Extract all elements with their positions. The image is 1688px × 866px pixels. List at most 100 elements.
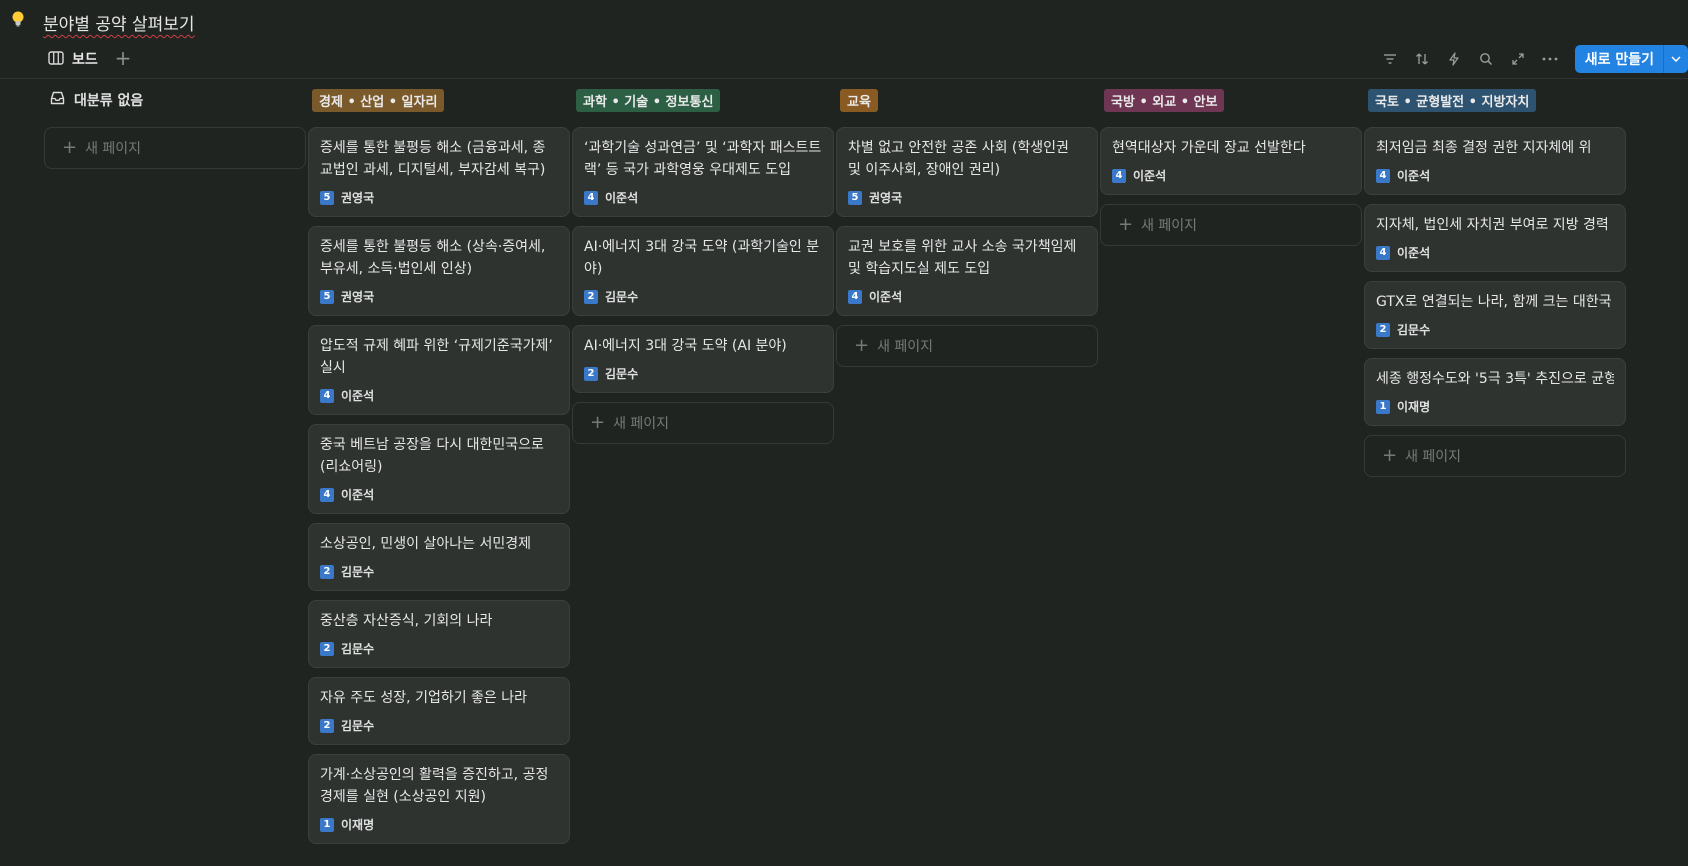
board-card[interactable]: 중산층 자산증식, 기회의 나라 2 김문수 (308, 600, 570, 668)
board-card[interactable]: 증세를 통한 불평등 해소 (상속·증여세, 부유세, 소득·법인세 인상) 5 권… (308, 226, 570, 316)
board-card[interactable]: 증세를 통한 불평등 해소 (금융과세, 종교법인 과세, 디지털세, 부자감세… (308, 127, 570, 217)
board-card[interactable]: 압도적 규제 혜파 위한 ‘규제기준국가제’ 실시 4 이준석 (308, 325, 570, 415)
card-assignee: 2 김문수 (320, 563, 558, 580)
chevron-down-icon[interactable] (1663, 45, 1688, 73)
card-list: + 새 페이지 (44, 127, 306, 169)
board-card[interactable]: 세종 행정수도와 '5극 3특' 추진으로 균형발전 1 이재명 (1364, 358, 1626, 426)
card-title: 소상공인, 민생이 살아나는 서민경제 (320, 536, 531, 552)
card-title: GTX로 연결되는 나라, 함께 크는 대한국 (1376, 294, 1612, 310)
board-card[interactable]: ‘과학기술 성과연금’ 및 ‘과학자 패스트트랙’ 등 국가 과학영웅 우대제도… (572, 127, 834, 217)
column-tag: 과학 • 기술 • 정보통신 (576, 88, 721, 112)
new-page-label: 새 페이지 (877, 339, 934, 355)
number-badge: 2 (320, 641, 334, 656)
assignee-name: 이준석 (1397, 246, 1431, 260)
number-badge: 4 (1376, 168, 1390, 183)
column-header[interactable]: 국방 • 외교 • 안보 (1104, 88, 1225, 112)
lightbulb-icon[interactable] (10, 9, 30, 31)
column-header[interactable]: 과학 • 기술 • 정보통신 (576, 88, 721, 112)
card-title: 최저임금 최종 결정 권한 지자체에 위 (1376, 140, 1592, 156)
assignee-name: 이준석 (869, 290, 903, 304)
search-icon[interactable] (1473, 46, 1499, 72)
new-page-label: 새 페이지 (1141, 218, 1198, 234)
column-header[interactable]: 경제 • 산업 • 일자리 (312, 88, 445, 112)
number-badge: 1 (320, 817, 334, 832)
board-card[interactable]: 현역대상자 가운데 장교 선발한다 4 이준석 (1100, 127, 1362, 195)
card-title: 현역대상자 가운데 장교 선발한다 (1112, 140, 1306, 156)
new-page-button[interactable]: + 새 페이지 (836, 325, 1098, 367)
board-card[interactable]: 중국 베트남 공장을 다시 대한민국으로 (리쇼어링) 4 이준석 (308, 424, 570, 514)
board-card[interactable]: 가계·소상공인의 활력을 증진하고, 공정경제를 실현 (소상공인 지원) 1 이재… (308, 754, 570, 844)
assignee-name: 김문수 (341, 565, 375, 579)
board: 대분류 없음 + 새 페이지 경제 • 산업 • 일자리증세를 통한 불평등 해소 (… (0, 80, 1688, 866)
card-assignee: 2 김문수 (1376, 321, 1614, 338)
plus-icon: + (1118, 214, 1134, 235)
board-view-icon (48, 50, 64, 69)
board-card[interactable]: 차별 없고 안전한 공존 사회 (학생인권 및 이주사회, 장애인 권리) 5 권영… (836, 127, 1098, 217)
column-header[interactable]: 국토 • 균형발전 • 지방자치 (1368, 88, 1537, 112)
assignee-name: 권영국 (341, 290, 375, 304)
number-badge: 4 (1112, 168, 1126, 183)
no-category-header: 대분류 없음 (50, 90, 143, 110)
plus-icon: + (590, 412, 606, 433)
card-list: ‘과학기술 성과연금’ 및 ‘과학자 패스트트랙’ 등 국가 과학영웅 우대제도… (572, 127, 834, 444)
board-card[interactable]: 지자체, 법인세 자치권 부여로 지방 경력 강화! 4 이준석 (1364, 204, 1626, 272)
new-page-label: 새 페이지 (85, 141, 142, 157)
card-assignee: 5 권영국 (320, 189, 558, 206)
assignee-name: 이준석 (341, 389, 375, 403)
card-assignee: 4 이준석 (1376, 167, 1614, 184)
board-card[interactable]: 자유 주도 성장, 기업하기 좋은 나라 2 김문수 (308, 677, 570, 745)
card-assignee: 4 이준석 (320, 486, 558, 503)
assignee-name: 이재명 (341, 818, 375, 832)
column-header[interactable]: 대분류 없음 (50, 89, 143, 111)
card-title: 지자체, 법인세 자치권 부여로 지방 경력 강화! (1376, 217, 1614, 233)
number-badge: 5 (320, 289, 334, 304)
assignee-name: 권영국 (341, 191, 375, 205)
lightning-icon[interactable] (1441, 46, 1467, 72)
assignee-name: 이준석 (1397, 169, 1431, 183)
sort-icon[interactable] (1409, 46, 1435, 72)
card-title: 세종 행정수도와 '5극 3특' 추진으로 균형발전 (1376, 371, 1614, 387)
board-card[interactable]: 최저임금 최종 결정 권한 지자체에 위 4 이준석 (1364, 127, 1626, 195)
filter-icon[interactable] (1377, 46, 1403, 72)
column-header[interactable]: 교육 (840, 88, 878, 112)
board-card[interactable]: 소상공인, 민생이 살아나는 서민경제 2 김문수 (308, 523, 570, 591)
assignee-name: 김문수 (1397, 323, 1431, 337)
expand-icon[interactable] (1505, 46, 1531, 72)
new-page-button[interactable]: + 새 페이지 (572, 402, 834, 444)
card-title: AI·에너지 3대 강국 도약 (AI 분야) (584, 338, 787, 354)
view-bar: 보드 + 새로 만들기 (0, 40, 1688, 79)
board-card[interactable]: AI·에너지 3대 강국 도약 (과학기술인 분야) 2 김문수 (572, 226, 834, 316)
number-badge: 5 (320, 190, 334, 205)
board-card[interactable]: GTX로 연결되는 나라, 함께 크는 대한국 2 김문수 (1364, 281, 1626, 349)
new-button-label[interactable]: 새로 만들기 (1575, 45, 1663, 73)
number-badge: 4 (320, 487, 334, 502)
new-button[interactable]: 새로 만들기 (1574, 45, 1688, 73)
tab-board-view[interactable]: 보드 (48, 46, 98, 72)
inbox-icon (50, 91, 65, 109)
tab-board-label: 보드 (72, 52, 98, 68)
column-title: 대분류 없음 (74, 93, 144, 109)
plus-icon: + (854, 335, 870, 356)
new-page-label: 새 페이지 (1405, 449, 1462, 465)
card-list: 증세를 통한 불평등 해소 (금융과세, 종교법인 과세, 디지털세, 부자감세… (308, 127, 570, 853)
card-title: 중국 베트남 공장을 다시 대한민국으로 (리쇼어링) (320, 437, 544, 475)
card-assignee: 2 김문수 (584, 288, 822, 305)
view-tools: 새로 만들기 (1371, 44, 1688, 74)
add-view-button[interactable]: + (112, 47, 134, 69)
new-page-button[interactable]: + 새 페이지 (1100, 204, 1362, 246)
card-title: 교권 보호를 위한 교사 소송 국가책임제 및 학습지도실 제도 도입 (848, 239, 1077, 277)
card-assignee: 2 김문수 (320, 640, 558, 657)
page-title[interactable]: 분야별 공약 살펴보기 (43, 10, 195, 35)
card-title: 차별 없고 안전한 공존 사회 (학생인권 및 이주사회, 장애인 권리) (848, 140, 1069, 178)
card-title: 자유 주도 성장, 기업하기 좋은 나라 (320, 690, 528, 706)
assignee-name: 김문수 (605, 367, 639, 381)
board-card[interactable]: AI·에너지 3대 강국 도약 (AI 분야) 2 김문수 (572, 325, 834, 393)
board-card[interactable]: 교권 보호를 위한 교사 소송 국가책임제 및 학습지도실 제도 도입 4 이준석 (836, 226, 1098, 316)
more-icon[interactable] (1537, 46, 1563, 72)
card-assignee: 2 김문수 (320, 717, 558, 734)
number-badge: 2 (320, 564, 334, 579)
card-assignee: 1 이재명 (1376, 398, 1614, 415)
number-badge: 2 (320, 718, 334, 733)
new-page-button[interactable]: + 새 페이지 (1364, 435, 1626, 477)
new-page-button[interactable]: + 새 페이지 (44, 127, 306, 169)
